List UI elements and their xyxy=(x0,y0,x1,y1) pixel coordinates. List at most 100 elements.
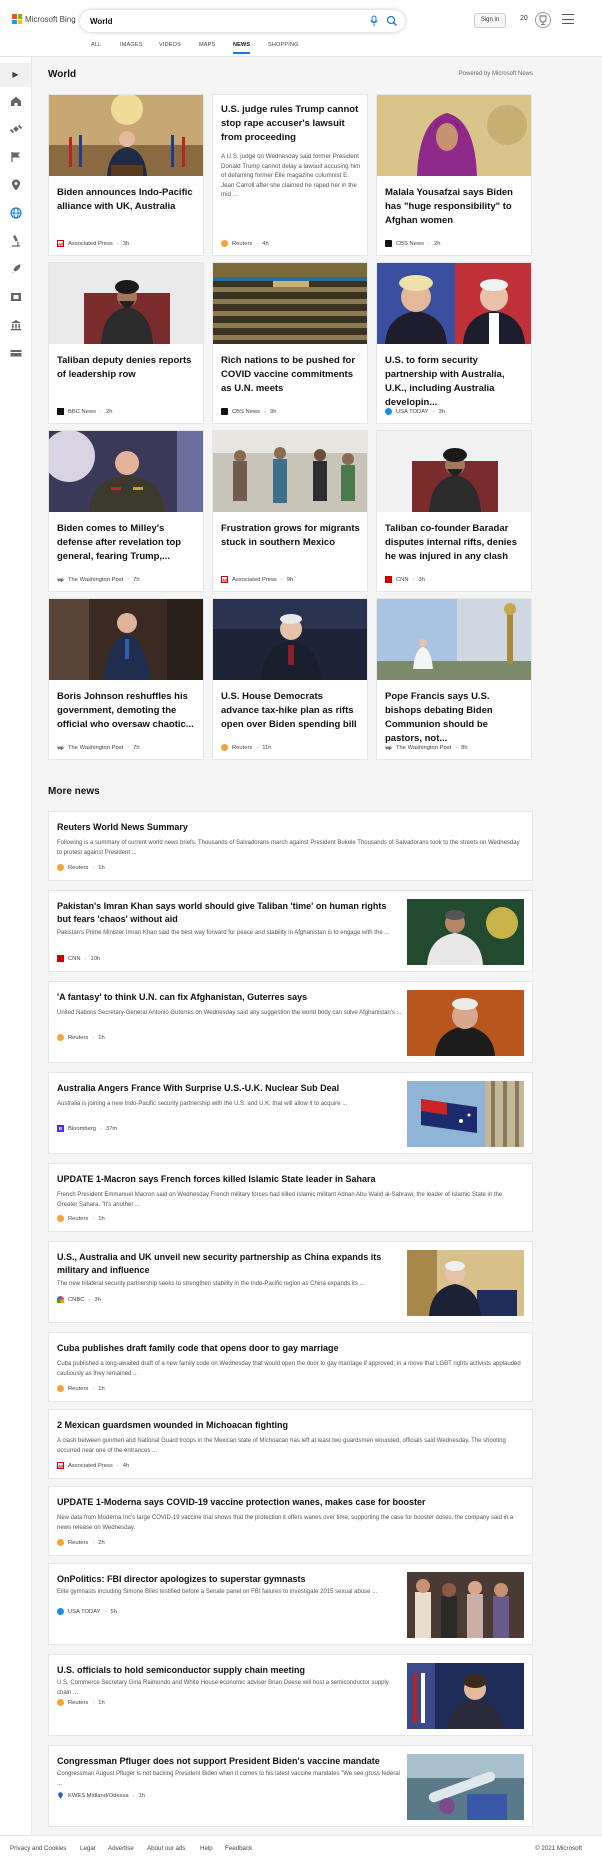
news-title[interactable]: Reuters World News Summary xyxy=(57,821,522,834)
globe-icon[interactable] xyxy=(8,205,24,221)
card-title[interactable]: Malala Yousafzai says Biden has "huge re… xyxy=(385,186,525,228)
nav-images[interactable]: IMAGES xyxy=(120,42,143,48)
news-title[interactable]: U.S. officials to hold semiconductor sup… xyxy=(57,1664,402,1677)
source-name: Reuters xyxy=(68,1215,89,1222)
footer-link-about-ads[interactable]: About our ads xyxy=(147,1845,186,1852)
news-list-item[interactable]: UPDATE 1-Moderna says COVID-19 vaccine p… xyxy=(48,1486,533,1556)
news-list-item[interactable]: Australia Angers France With Surprise U.… xyxy=(48,1072,533,1154)
news-title[interactable]: Congressman Pfluger does not support Pre… xyxy=(57,1755,402,1768)
news-snippet: Australia is joining a new Indo-Pacific … xyxy=(57,1101,348,1107)
satellite-icon[interactable] xyxy=(8,121,24,137)
source-time: 3h xyxy=(438,408,445,415)
source-time: 1h xyxy=(138,1792,145,1799)
home-icon[interactable] xyxy=(8,93,24,109)
card-title[interactable]: Taliban co-founder Baradar disputes inte… xyxy=(385,522,525,564)
news-title[interactable]: Cuba publishes draft family code that op… xyxy=(57,1342,522,1355)
reuters-logo-icon xyxy=(57,1034,64,1041)
news-list-item[interactable]: Cuba publishes draft family code that op… xyxy=(48,1332,533,1402)
source-name: USA TODAY xyxy=(396,408,429,415)
footer-link-help[interactable]: Help xyxy=(200,1845,213,1852)
card-title[interactable]: U.S. House Democrats advance tax-hike pl… xyxy=(221,690,361,732)
news-title[interactable]: Australia Angers France With Surprise U.… xyxy=(57,1082,402,1095)
news-card[interactable]: Taliban co-founder Baradar disputes inte… xyxy=(376,430,532,592)
card-title[interactable]: Taliban deputy denies reports of leaders… xyxy=(57,354,197,382)
news-card[interactable]: Malala Yousafzai says Biden has "huge re… xyxy=(376,94,532,256)
news-card[interactable]: U.S. to form security partnership with A… xyxy=(376,262,532,424)
search-box[interactable] xyxy=(80,10,405,32)
film-icon[interactable] xyxy=(8,289,24,305)
washington-post-logo-icon: wp xyxy=(385,744,392,751)
footer-link-advertise[interactable]: Advertise xyxy=(108,1845,134,1852)
reuters-logo-icon xyxy=(57,1699,64,1706)
ap-logo-icon: AP xyxy=(57,1462,65,1469)
reuters-logo-icon xyxy=(221,240,228,247)
source-time: 11h xyxy=(262,744,272,751)
news-title[interactable]: 'A fantasy' to think U.N. can fix Afghan… xyxy=(57,991,402,1004)
news-card[interactable]: Pope Francis says U.S. bishops debating … xyxy=(376,598,532,760)
news-source: USA TODAY · 5h xyxy=(57,1608,117,1615)
rocket-icon[interactable] xyxy=(8,261,24,277)
rewards-trophy-icon[interactable] xyxy=(535,12,551,28)
news-title[interactable]: OnPolitics: FBI director apologizes to s… xyxy=(57,1573,402,1586)
news-snippet: Congressman August Pfluger is not backin… xyxy=(57,1771,400,1787)
news-list-item[interactable]: UPDATE 1-Macron says French forces kille… xyxy=(48,1163,533,1232)
nav-videos[interactable]: VIDEOS xyxy=(159,42,181,48)
news-title[interactable]: UPDATE 1-Macron says French forces kille… xyxy=(57,1173,522,1186)
card-title[interactable]: U.S. to form security partnership with A… xyxy=(385,354,525,410)
footer-link-legal[interactable]: Legal xyxy=(80,1845,95,1852)
copyright: © 2021 Microsoft xyxy=(535,1845,582,1852)
news-list-item[interactable]: Pakistan's Imran Khan says world should … xyxy=(48,890,533,972)
news-card[interactable]: Boris Johnson reshuffles his government,… xyxy=(48,598,204,760)
bing-logo[interactable]: Microsoft Bing xyxy=(12,14,76,24)
source-name: CBS News xyxy=(396,240,425,247)
microphone-icon[interactable] xyxy=(367,14,381,28)
card-source: AP Associated Press · 3h xyxy=(57,240,130,247)
news-card[interactable]: Biden announces Indo-Pacific alliance wi… xyxy=(48,94,204,256)
news-list-item[interactable]: Reuters World News Summary Following is … xyxy=(48,811,533,881)
news-card[interactable]: Biden comes to Milley's defense after re… xyxy=(48,430,204,592)
news-card[interactable]: U.S. House Democrats advance tax-hike pl… xyxy=(212,598,368,760)
news-title[interactable]: U.S., Australia and UK unveil new securi… xyxy=(57,1251,402,1277)
card-title[interactable]: Rich nations to be pushed for COVID vacc… xyxy=(221,354,361,396)
source-name: Reuters xyxy=(68,1385,89,1392)
card-title[interactable]: Pope Francis says U.S. bishops debating … xyxy=(385,690,525,746)
rewards-count[interactable]: 20 xyxy=(520,15,528,22)
news-list-item[interactable]: OnPolitics: FBI director apologizes to s… xyxy=(48,1563,533,1645)
news-card[interactable]: U.S. judge rules Trump cannot stop rape … xyxy=(212,94,368,256)
sign-in-button[interactable]: Sign in xyxy=(474,13,506,28)
card-title[interactable]: Biden comes to Milley's defense after re… xyxy=(57,522,197,564)
news-card[interactable]: Rich nations to be pushed for COVID vacc… xyxy=(212,262,368,424)
news-thumbnail xyxy=(407,990,524,1056)
news-card[interactable]: Taliban deputy denies reports of leaders… xyxy=(48,262,204,424)
location-pin-icon[interactable] xyxy=(8,177,24,193)
news-title[interactable]: UPDATE 1-Moderna says COVID-19 vaccine p… xyxy=(57,1496,522,1509)
news-list-item[interactable]: 'A fantasy' to think U.N. can fix Afghan… xyxy=(48,981,533,1063)
expand-sidebar-button[interactable]: ▶ xyxy=(0,63,31,87)
nav-news[interactable]: NEWS xyxy=(233,42,251,54)
government-building-icon[interactable] xyxy=(8,317,24,333)
news-title[interactable]: Pakistan's Imran Khan says world should … xyxy=(57,900,402,926)
search-input[interactable] xyxy=(90,14,340,28)
nav-all[interactable]: ALL xyxy=(91,42,101,48)
microscope-icon[interactable] xyxy=(8,233,24,249)
nav-shopping[interactable]: SHOPPING xyxy=(268,42,299,48)
reuters-logo-icon xyxy=(221,744,228,751)
hamburger-menu-icon[interactable] xyxy=(562,14,574,24)
footer-link-privacy[interactable]: Privacy and Cookies xyxy=(10,1845,66,1852)
footer-link-feedback[interactable]: Feedback xyxy=(225,1845,252,1852)
card-title[interactable]: U.S. judge rules Trump cannot stop rape … xyxy=(221,103,361,145)
news-list-item[interactable]: Congressman Pfluger does not support Pre… xyxy=(48,1745,533,1827)
card-title[interactable]: Biden announces Indo-Pacific alliance wi… xyxy=(57,186,197,214)
news-list-item[interactable]: U.S., Australia and UK unveil new securi… xyxy=(48,1241,533,1323)
search-button[interactable] xyxy=(383,12,401,30)
news-card[interactable]: Frustration grows for migrants stuck in … xyxy=(212,430,368,592)
card-title[interactable]: Boris Johnson reshuffles his government,… xyxy=(57,690,197,732)
nav-maps[interactable]: MAPS xyxy=(199,42,215,48)
news-title[interactable]: 2 Mexican guardsmen wounded in Michoacan… xyxy=(57,1419,522,1432)
flag-icon[interactable] xyxy=(8,149,24,165)
card-source: CBS News · 2h xyxy=(385,240,440,247)
money-icon[interactable] xyxy=(8,345,24,361)
news-list-item[interactable]: 2 Mexican guardsmen wounded in Michoacan… xyxy=(48,1409,533,1479)
news-list-item[interactable]: U.S. officials to hold semiconductor sup… xyxy=(48,1654,533,1736)
card-title[interactable]: Frustration grows for migrants stuck in … xyxy=(221,522,361,550)
